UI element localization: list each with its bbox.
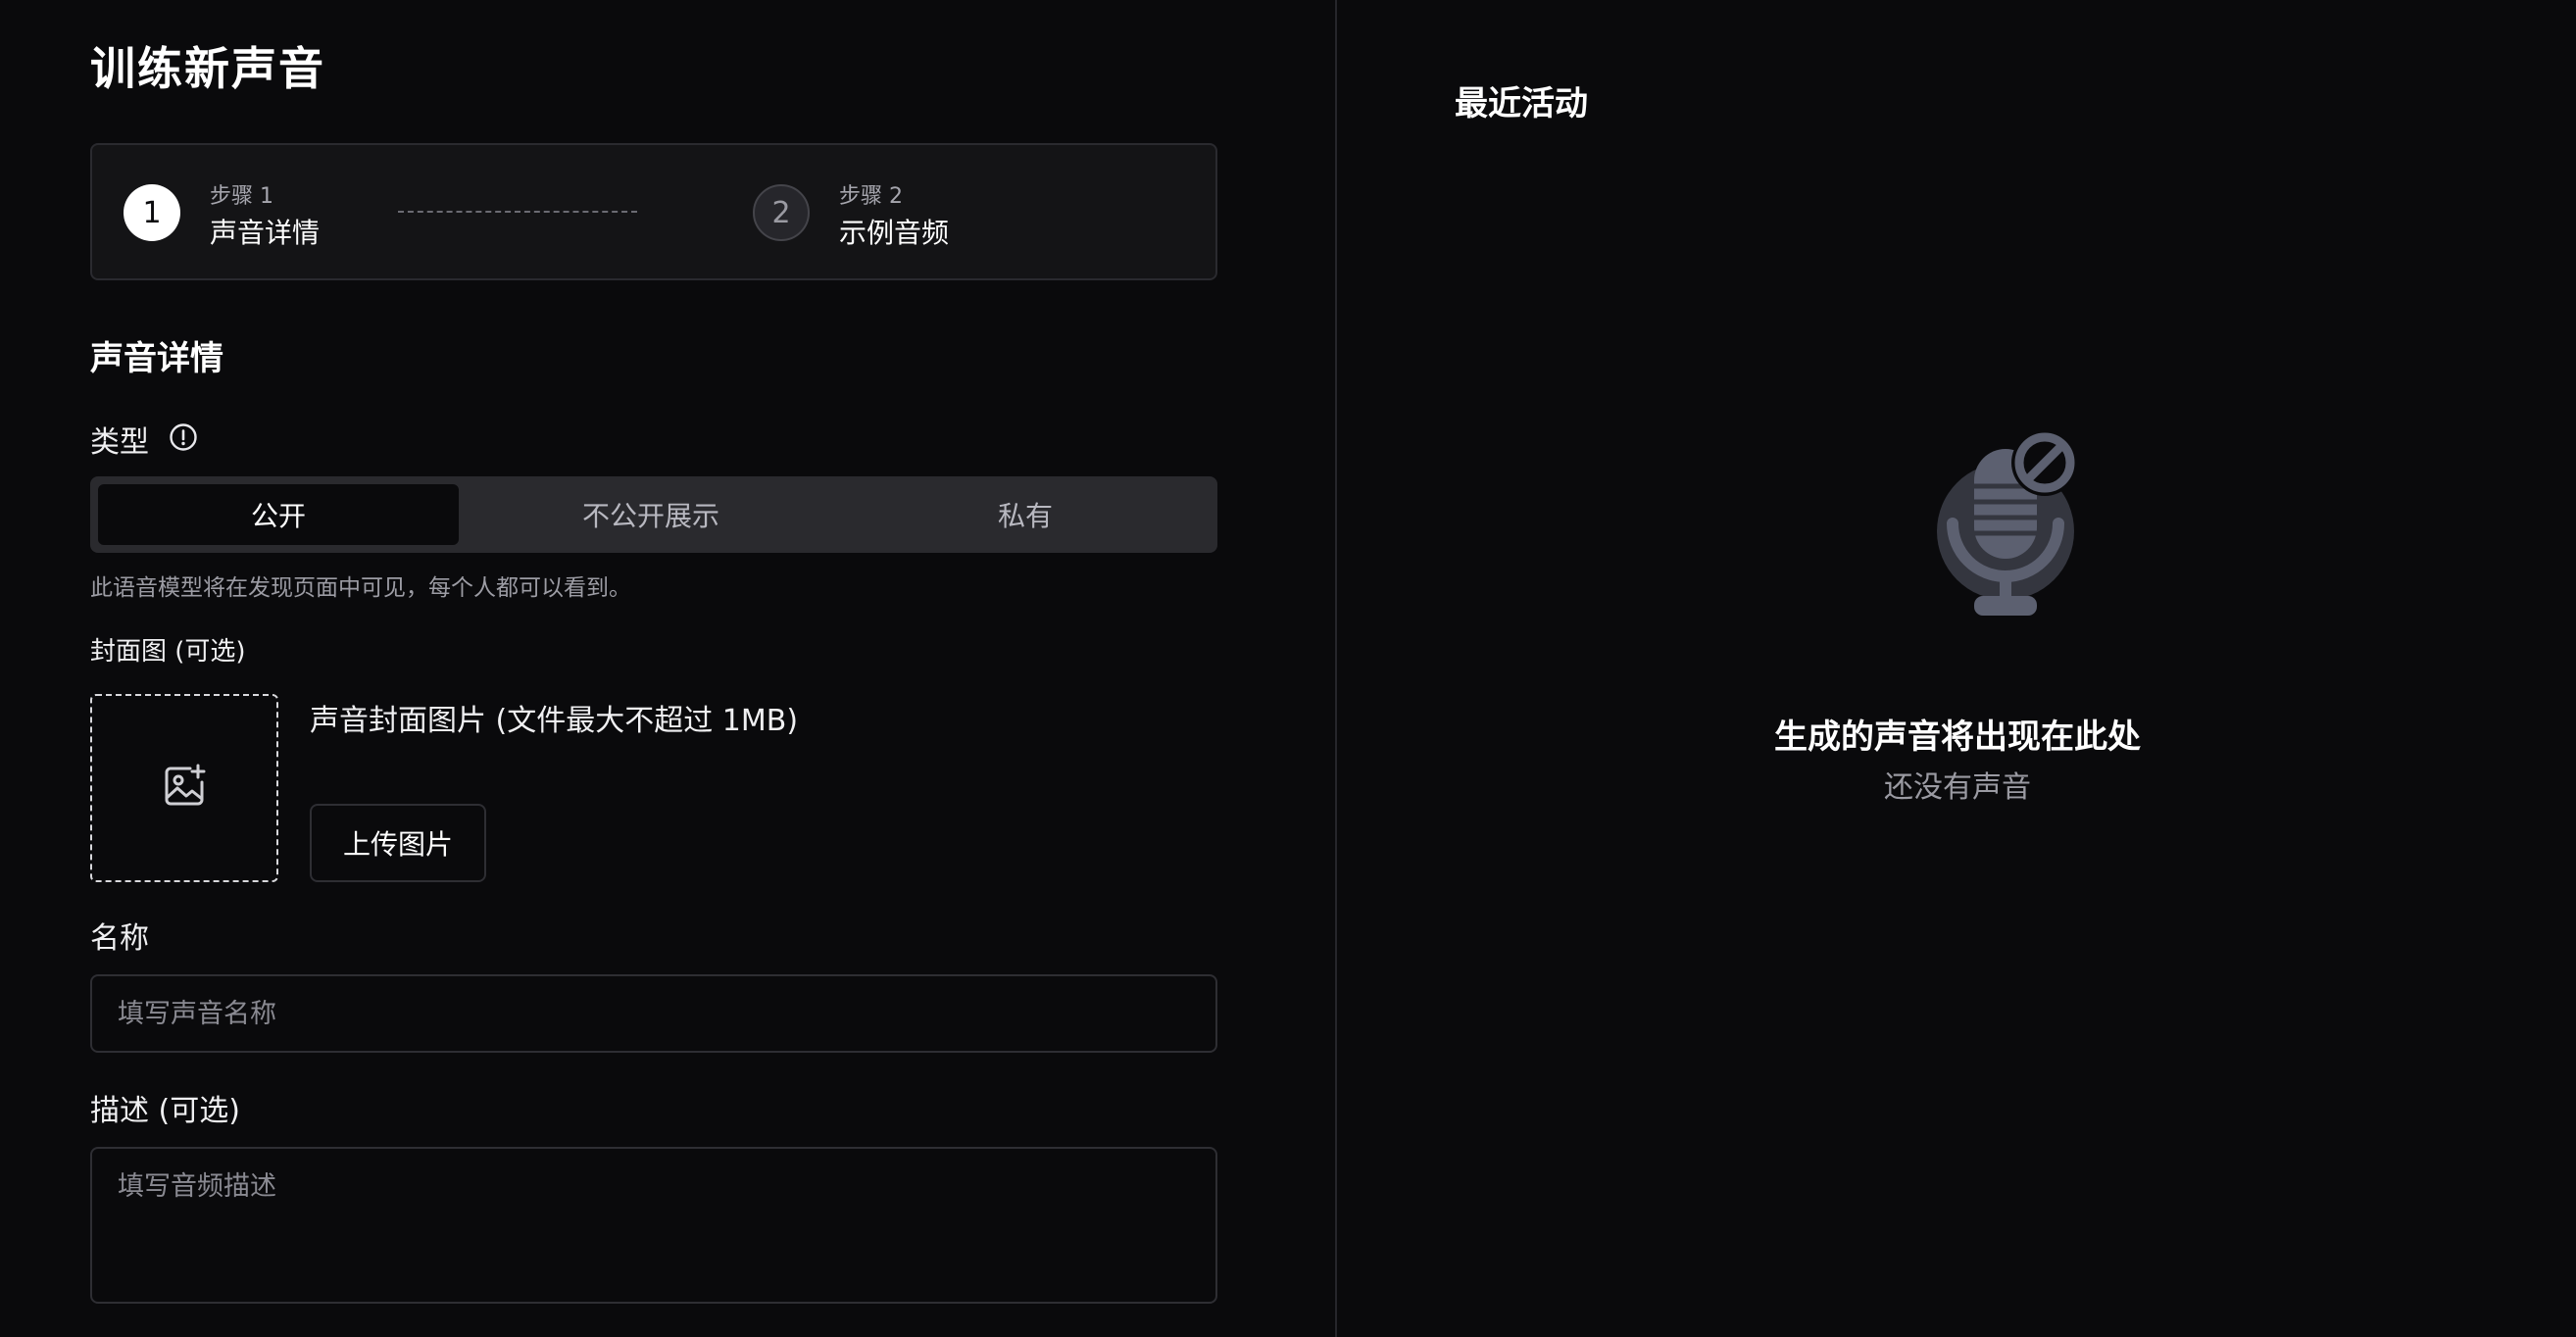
training-form-panel: 训练新声音 1 步骤 1 声音详情 2 步骤 2 示例音频 声音详情 类型 公开… xyxy=(0,0,1337,1337)
type-option-private[interactable]: 私有 xyxy=(841,484,1210,545)
step-2-caption: 步骤 2 xyxy=(839,184,903,209)
section-title: 声音详情 xyxy=(90,339,223,378)
empty-state-subtitle: 还没有声音 xyxy=(1884,770,2031,805)
type-option-unlisted[interactable]: 不公开展示 xyxy=(467,484,835,545)
cover-label: 封面图 (可选) xyxy=(90,637,246,667)
step-1-label[interactable]: 声音详情 xyxy=(210,212,320,251)
step-divider xyxy=(398,211,637,213)
step-1-caption: 步骤 1 xyxy=(210,184,273,209)
info-circle-icon[interactable] xyxy=(169,422,198,452)
description-textarea[interactable] xyxy=(90,1147,1217,1304)
empty-state-title: 生成的声音将出现在此处 xyxy=(1774,718,2141,757)
step-2-label[interactable]: 示例音频 xyxy=(839,212,949,251)
type-label: 类型 xyxy=(90,425,149,460)
name-input[interactable] xyxy=(90,974,1217,1053)
upload-image-button[interactable]: 上传图片 xyxy=(310,804,486,882)
type-segmented-control: 公开 不公开展示 私有 xyxy=(90,476,1217,553)
step-2-indicator[interactable]: 2 xyxy=(753,184,810,241)
recent-activity-panel: 最近活动 生成的声音将出现在此处 还没有声音 xyxy=(1339,0,2576,1337)
page-title: 训练新声音 xyxy=(90,42,325,95)
description-label: 描述 (可选) xyxy=(90,1094,240,1128)
microphone-off-icon xyxy=(1931,425,2088,631)
step-1-indicator[interactable]: 1 xyxy=(124,184,180,241)
cover-dropzone[interactable] xyxy=(90,694,278,882)
type-option-public[interactable]: 公开 xyxy=(98,484,459,545)
stepper: 1 步骤 1 声音详情 2 步骤 2 示例音频 xyxy=(90,143,1217,280)
name-label: 名称 xyxy=(90,921,149,956)
image-plus-icon xyxy=(161,763,208,814)
type-hint: 此语音模型将在发现页面中可见，每个人都可以看到。 xyxy=(90,575,631,601)
cover-caption: 声音封面图片 (文件最大不超过 1MB) xyxy=(310,704,799,738)
activity-title: 最近活动 xyxy=(1455,84,1588,124)
